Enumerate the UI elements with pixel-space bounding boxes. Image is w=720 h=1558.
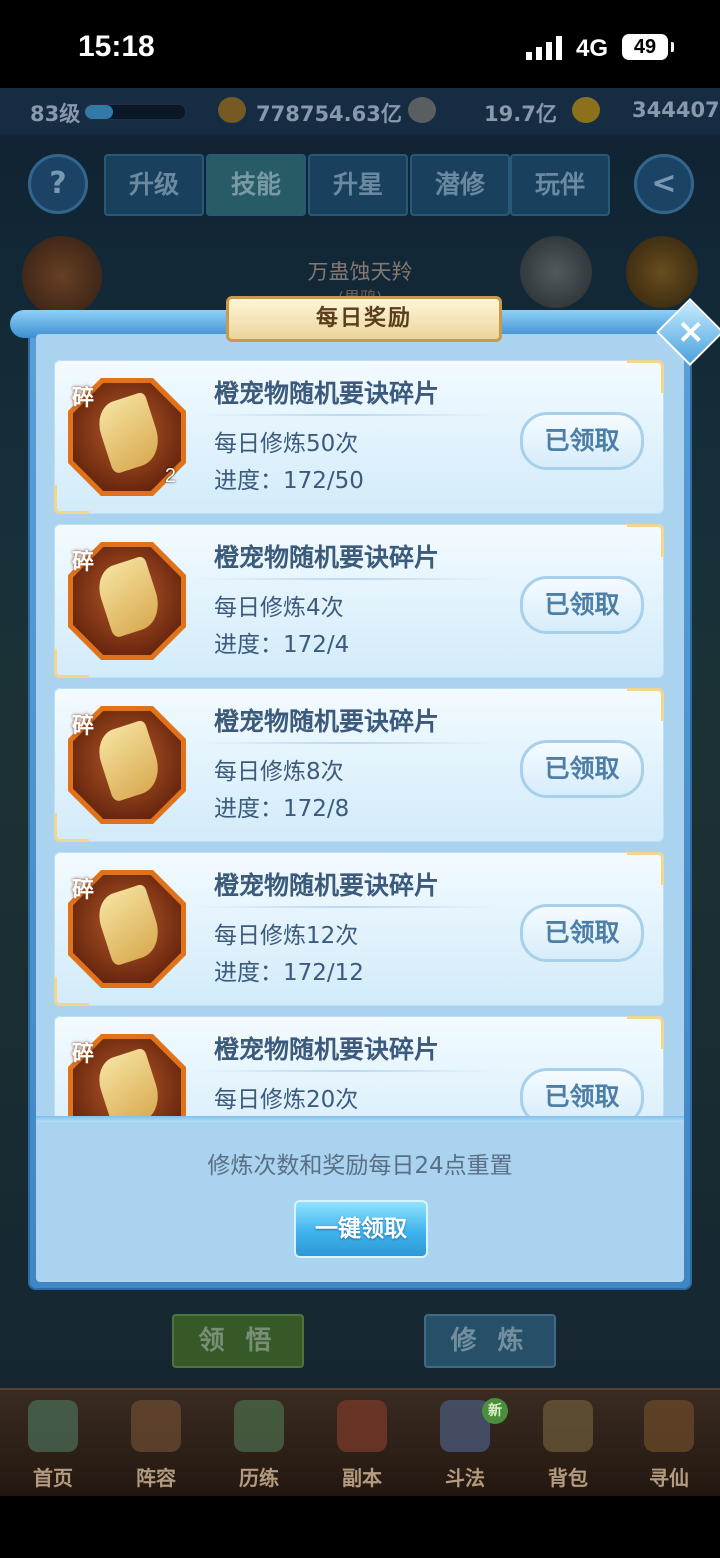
- fragment-tag: 碎: [72, 386, 95, 411]
- reward-name: 橙宠物随机要诀碎片: [214, 1035, 440, 1064]
- item-quantity: 2: [164, 465, 176, 487]
- nav-training[interactable]: 历练: [208, 1390, 310, 1498]
- training-icon: [234, 1400, 284, 1452]
- fragment-item-icon[interactable]: 碎: [68, 706, 186, 824]
- signal-icon: [526, 36, 562, 60]
- list-divider: [36, 1116, 684, 1122]
- reward-progress: 进度：172/12: [214, 960, 364, 986]
- nav-home[interactable]: 首页: [2, 1390, 104, 1498]
- daily-reward-dialog: 每日奖励 × 碎 2 橙宠物随机要诀碎片 每日修炼50次 进度：172/50 已…: [10, 296, 720, 1290]
- reward-name: 橙宠物随机要诀碎片: [214, 707, 440, 736]
- bag-icon: [543, 1400, 593, 1452]
- reset-note: 修炼次数和奖励每日24点重置: [207, 1153, 513, 1179]
- reward-progress: 进度：172/8: [214, 796, 350, 822]
- fragment-item-icon[interactable]: 碎 2: [68, 378, 186, 496]
- home-indicator-area: [0, 1496, 720, 1558]
- dialog-title: 每日奖励: [226, 296, 502, 342]
- claimed-button[interactable]: 已领取: [520, 576, 644, 634]
- reward-requirement: 每日修炼20次: [214, 1087, 359, 1113]
- fragment-tag: 碎: [72, 1042, 95, 1067]
- reward-card: 碎 2 橙宠物随机要诀碎片 每日修炼50次 进度：172/50 已领取: [54, 360, 664, 514]
- reward-card: 碎 橙宠物随机要诀碎片 每日修炼20次 已领取: [54, 1016, 664, 1120]
- fragment-tag: 碎: [72, 878, 95, 903]
- battery-icon: 49: [622, 34, 674, 60]
- reward-requirement: 每日修炼12次: [214, 923, 359, 949]
- reward-name: 橙宠物随机要诀碎片: [214, 379, 440, 408]
- status-time: 15:18: [78, 30, 155, 63]
- fragment-item-icon[interactable]: 碎: [68, 1034, 186, 1120]
- lineup-icon: [131, 1400, 181, 1452]
- reward-requirement: 每日修炼4次: [214, 595, 344, 621]
- home-icon: [28, 1400, 78, 1452]
- explore-icon: [644, 1400, 694, 1452]
- reward-card: 碎 橙宠物随机要诀碎片 每日修炼4次 进度：172/4 已领取: [54, 524, 664, 678]
- claimed-button[interactable]: 已领取: [520, 740, 644, 798]
- reward-name: 橙宠物随机要诀碎片: [214, 871, 440, 900]
- nav-dungeon[interactable]: 副本: [311, 1390, 413, 1498]
- nav-bag[interactable]: 背包: [517, 1390, 619, 1498]
- reward-requirement: 每日修炼50次: [214, 431, 359, 457]
- claim-all-button[interactable]: 一键领取: [294, 1200, 428, 1258]
- network-type: 4G: [576, 35, 609, 62]
- nav-explore[interactable]: 寻仙: [618, 1390, 720, 1498]
- fragment-item-icon[interactable]: 碎: [68, 870, 186, 988]
- reward-requirement: 每日修炼8次: [214, 759, 344, 785]
- bottom-nav: 首页 阵容 历练 副本 斗法 背包 寻仙: [0, 1388, 720, 1498]
- claimed-button[interactable]: 已领取: [520, 412, 644, 470]
- reward-card: 碎 橙宠物随机要诀碎片 每日修炼8次 进度：172/8 已领取: [54, 688, 664, 842]
- claimed-button[interactable]: 已领取: [520, 1068, 644, 1120]
- claimed-button[interactable]: 已领取: [520, 904, 644, 962]
- fragment-tag: 碎: [72, 714, 95, 739]
- dungeon-icon: [337, 1400, 387, 1452]
- reward-card: 碎 橙宠物随机要诀碎片 每日修炼12次 进度：172/12 已领取: [54, 852, 664, 1006]
- fragment-tag: 碎: [72, 550, 95, 575]
- status-bar: 15:18 4G 49: [0, 0, 720, 88]
- reward-progress: 进度：172/4: [214, 632, 350, 658]
- fragment-item-icon[interactable]: 碎: [68, 542, 186, 660]
- new-badge: 新: [482, 1398, 508, 1424]
- close-icon: ×: [676, 311, 705, 352]
- reward-progress: 进度：172/50: [214, 468, 364, 494]
- reward-list[interactable]: 碎 2 橙宠物随机要诀碎片 每日修炼50次 进度：172/50 已领取 碎 橙宠…: [54, 354, 670, 1120]
- reward-name: 橙宠物随机要诀碎片: [214, 543, 440, 572]
- nav-lineup[interactable]: 阵容: [105, 1390, 207, 1498]
